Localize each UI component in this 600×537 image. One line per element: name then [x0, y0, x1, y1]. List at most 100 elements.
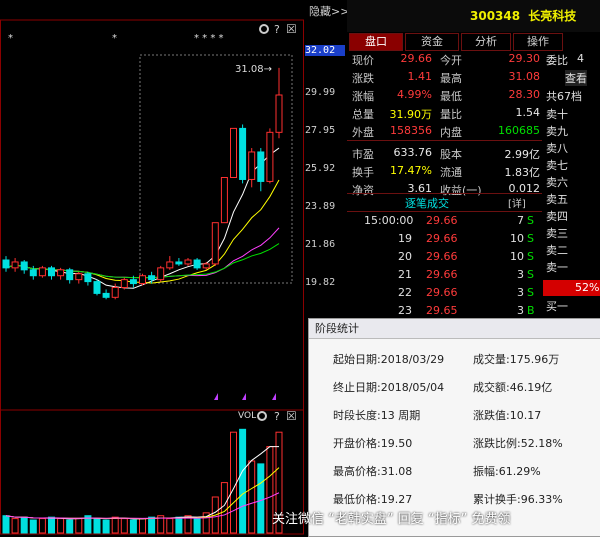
tab-pankou[interactable]: 盘口 [349, 33, 403, 51]
star-markers-right: * * * * [194, 33, 224, 44]
stat-field: 最低价格:19.27 [333, 491, 412, 507]
volume-bar [20, 516, 28, 534]
quote-label: 今开 [440, 54, 462, 67]
volume-bar [239, 428, 247, 534]
candle [20, 261, 28, 271]
quote-label: 涨跌 [352, 72, 374, 85]
trade-qty: 7 [517, 214, 524, 227]
volume-bar [111, 516, 119, 534]
quote-label: 净资 [352, 184, 374, 197]
star-marker-mid: * [112, 33, 117, 44]
quote-value: 1.54 [515, 106, 541, 119]
watermark: 关注微信 “老韩实盘” 回复 “指标” 免费领 [272, 512, 511, 527]
stat-key: 累计换手: [473, 493, 521, 506]
vol-help-icon[interactable]: ? [274, 410, 280, 423]
volume-bar [57, 518, 65, 534]
stat-value: 10.17 [509, 409, 542, 422]
volume-bar [38, 518, 46, 534]
trade-qty: 3 [517, 268, 524, 281]
trade-time: 22 [398, 286, 412, 299]
quote-value: 633.76 [393, 146, 433, 159]
trade-price: 29.65 [426, 304, 458, 317]
stat-field: 涨跌值:10.17 [473, 407, 541, 423]
trade-side: S [527, 286, 534, 299]
trade-price: 29.66 [426, 268, 458, 281]
stat-field: 起始日期:2018/03/29 [333, 351, 444, 367]
quote-value: 31.08 [508, 70, 541, 83]
volume-bar [2, 515, 10, 534]
volume-bar [66, 519, 74, 534]
trade-row: 21 29.66 3 S [352, 268, 542, 286]
y-tick: 23.89 [305, 201, 336, 212]
tab-zijin[interactable]: 资金 [405, 33, 459, 51]
quote-label: 涨幅 [352, 90, 374, 103]
quote-label: 最高 [440, 72, 462, 85]
trade-time: 20 [398, 250, 412, 263]
quote-label: 换手 [352, 166, 374, 179]
trade-row: 20 29.66 10 S [352, 250, 542, 268]
vol-close-icon[interactable]: ☒ [286, 409, 297, 423]
sell-level-label: 卖三 [546, 227, 568, 240]
y-tick: 27.95 [305, 125, 336, 136]
stat-field: 累计换手:96.33% [473, 491, 563, 507]
candle [48, 267, 55, 277]
stock-name: 长亮科技 [528, 9, 577, 23]
candle [202, 263, 210, 269]
volume-bar [102, 519, 110, 534]
volume-bar [11, 518, 19, 534]
trade-side: S [527, 214, 534, 227]
stage-stats-dialog[interactable]: 阶段统计 起始日期:2018/03/29 终止日期:2018/05/04 时段长度:… [308, 318, 600, 537]
stat-field: 最高价格:31.08 [333, 463, 412, 479]
stat-key: 涨跌比例: [473, 437, 521, 450]
quote-value: 1.83亿 [504, 166, 541, 179]
candle [166, 261, 174, 269]
quote-label: 总量 [352, 108, 374, 121]
stock-code: 300348 [470, 9, 521, 23]
candle [84, 273, 92, 283]
quote-row: 总量 31.90万 量比 1.54 [352, 106, 542, 124]
candle [157, 267, 165, 281]
y-tick: 25.92 [305, 163, 336, 174]
candle [184, 259, 192, 265]
stat-value: 96.33% [520, 493, 563, 506]
candle [175, 261, 183, 265]
tab-fenxi[interactable]: 分析 [461, 33, 511, 51]
trades-title: 逐笔成交 [405, 197, 449, 210]
quote-row: 市盈 633.76 股本 2.99亿 [352, 146, 542, 164]
stat-value: 175.96万 [509, 353, 560, 366]
y-tick: 21.86 [305, 239, 336, 250]
close-icon[interactable]: ☒ [286, 22, 297, 36]
help-icon[interactable]: ? [274, 23, 280, 36]
y-tick: 19.82 [305, 277, 336, 288]
sell-level-label: 卖十 [546, 108, 568, 121]
candle [211, 222, 219, 265]
quote-label: 内盘 [440, 126, 462, 139]
candle [275, 94, 283, 133]
weibi-value: 4 [577, 52, 584, 65]
trade-qty: 10 [510, 232, 524, 245]
volume-bar [193, 518, 201, 534]
trades-detail-link[interactable]: [详] [508, 195, 526, 210]
trade-time: 23 [398, 304, 412, 317]
candle [139, 275, 146, 285]
stat-key: 最低价格: [333, 493, 381, 506]
quote-label: 最低 [440, 90, 462, 103]
quote-row: 涨幅 4.99% 最低 28.30 [352, 88, 542, 106]
weibi-label: 委比 [546, 54, 568, 67]
kline-chart[interactable]: ? ☒ ? ☒ [0, 0, 305, 535]
tab-caozuo[interactable]: 操作 [513, 33, 563, 51]
candle [11, 261, 19, 269]
stat-key: 起始日期: [333, 353, 381, 366]
quote-label: 流通 [440, 166, 462, 179]
candle [193, 259, 201, 269]
hide-button[interactable]: 隐藏>> [309, 3, 349, 19]
view-button[interactable]: 查看 [565, 70, 587, 86]
star-marker-left: * [8, 33, 13, 44]
stat-key: 时段长度: [333, 409, 381, 422]
volume-bar [29, 519, 37, 534]
candle [239, 127, 247, 180]
quote-value: 158356 [390, 124, 432, 137]
quote-value: 29.30 [508, 52, 541, 65]
sell-level-label: 卖二 [546, 244, 568, 257]
volume-bar [248, 460, 256, 534]
